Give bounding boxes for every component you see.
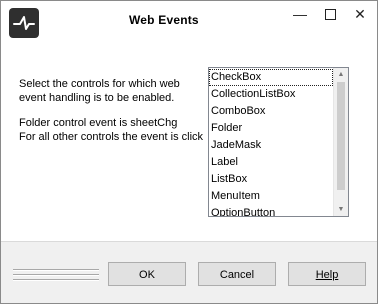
minimize-icon: — (293, 6, 307, 22)
list-item-combobox[interactable]: ComboBox (209, 103, 333, 120)
list-item-checkbox[interactable]: CheckBox (209, 69, 333, 86)
help-button[interactable]: Help (288, 262, 366, 286)
list-item-menuitem[interactable]: MenuItem (209, 188, 333, 205)
event-note-text: Folder control event is sheetChg For all… (19, 116, 209, 144)
controls-list-items: CheckBox CollectionListBox ComboBox Fold… (209, 69, 333, 216)
help-button-label: Help (315, 269, 339, 281)
list-item-listbox[interactable]: ListBox (209, 171, 333, 188)
web-events-dialog: Web Events — ✕ Select the controls for w… (0, 0, 378, 304)
list-item-jademask[interactable]: JadeMask (209, 137, 333, 154)
title-bar: Web Events — ✕ (1, 1, 377, 41)
list-item-folder[interactable]: Folder (209, 120, 333, 137)
maximize-icon (324, 9, 336, 20)
scroll-thumb[interactable] (337, 82, 345, 190)
instruction-line: Select the controls for which web (19, 78, 180, 90)
instruction-text: Select the controls for which web event … (19, 77, 209, 105)
event-note-line: Folder control event is sheetChg (19, 117, 178, 129)
maximize-button[interactable] (313, 3, 347, 27)
jade-app-icon (9, 8, 39, 38)
event-note-line: For all other controls the event is clic… (19, 131, 204, 143)
list-item-optionbutton[interactable]: OptionButton (209, 205, 333, 216)
list-item-collectionlistbox[interactable]: CollectionListBox (209, 86, 333, 103)
minimize-button[interactable]: — (283, 3, 317, 27)
listbox-scrollbar[interactable]: ▲ ▼ (333, 68, 348, 216)
cancel-button[interactable]: Cancel (198, 262, 276, 286)
scroll-down-icon[interactable]: ▼ (334, 203, 348, 216)
scroll-up-icon[interactable]: ▲ (334, 68, 348, 81)
instruction-line: event handling is to be enabled. (19, 92, 175, 104)
close-icon: ✕ (354, 6, 366, 22)
resize-grip-lines (13, 269, 99, 284)
list-item-label[interactable]: Label (209, 154, 333, 171)
window-title: Web Events (129, 13, 199, 27)
footer-divider (1, 241, 377, 242)
controls-listbox[interactable]: CheckBox CollectionListBox ComboBox Fold… (208, 67, 349, 217)
ok-button[interactable]: OK (108, 262, 186, 286)
close-button[interactable]: ✕ (343, 3, 377, 27)
